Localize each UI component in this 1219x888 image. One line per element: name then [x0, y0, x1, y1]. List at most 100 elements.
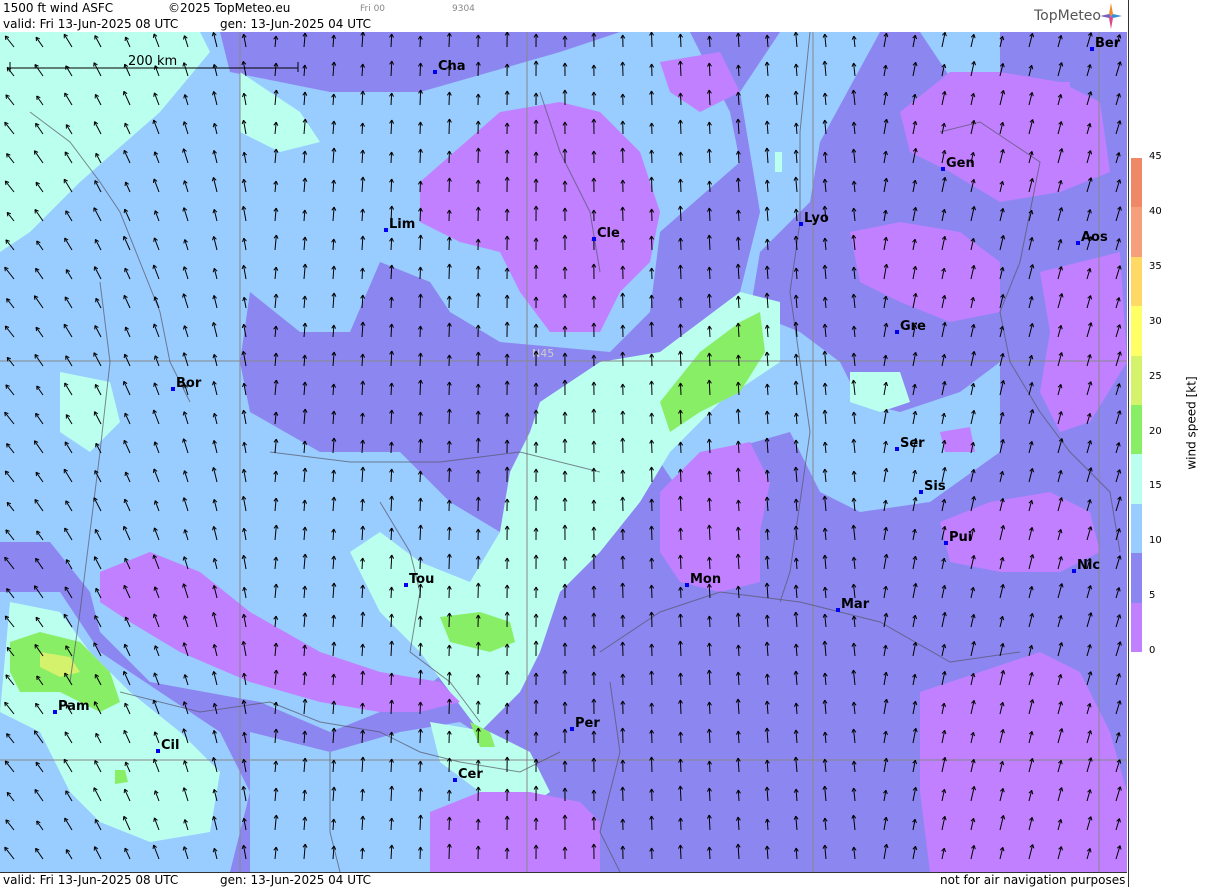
wind-arrow — [652, 671, 653, 685]
wind-arrow — [681, 152, 682, 163]
legend-tick-label: 20 — [1149, 426, 1162, 437]
wind-arrow — [709, 208, 710, 221]
city-label-lyo: Lyo — [804, 211, 829, 226]
wind-arrow-head — [154, 66, 155, 70]
wind-arrow — [449, 613, 450, 627]
wind-arrow — [680, 34, 681, 47]
wind-arrow — [420, 557, 421, 569]
wind-arrow — [652, 322, 653, 337]
colorbar-segment — [1131, 207, 1142, 256]
wind-arrow-head — [5, 702, 6, 706]
wind-arrow — [680, 469, 681, 482]
wind-arrow — [420, 294, 421, 308]
wind-arrow — [420, 847, 421, 859]
wind-arrow — [652, 91, 653, 105]
wind-arrow — [420, 353, 421, 366]
map-footer: valid: Fri 13-Jun-2025 08 UTC gen: 13-Ju… — [0, 872, 1127, 888]
wind-arrow — [709, 353, 710, 366]
city-marker-bor — [171, 387, 175, 391]
colorbar-segment — [1131, 158, 1142, 207]
wind-arrow — [681, 442, 682, 453]
wind-arrow — [449, 844, 450, 859]
wind-arrow-head — [5, 412, 6, 416]
wind-arrow — [652, 150, 653, 163]
city-marker-ser — [895, 447, 899, 451]
wind-arrow — [420, 815, 421, 830]
map-title: 1500 ft wind ASFC — [3, 1, 113, 15]
city-label-mar: Mar — [841, 597, 870, 612]
city-marker-cha — [433, 70, 437, 74]
wind-arrow — [420, 380, 421, 395]
wind-arrow — [420, 616, 421, 627]
wind-arrow-head — [153, 324, 154, 328]
wind-arrow-head — [5, 616, 6, 620]
wind-arrow-head — [7, 647, 8, 651]
colorbar-segment — [1131, 454, 1142, 503]
wind-arrow — [652, 32, 653, 47]
wind-arrow-head — [7, 212, 8, 216]
wind-arrow — [681, 297, 682, 308]
wind-arrow — [680, 555, 681, 569]
city-marker-mon — [685, 583, 689, 587]
city-marker-mar — [836, 608, 840, 612]
wind-arrow-head — [5, 326, 6, 330]
wind-arrow — [420, 267, 421, 279]
wind-arrow — [420, 788, 421, 801]
wind-arrow-head — [154, 356, 155, 360]
wind-map[interactable]: N45 200 km ChaBerLimCleLyoGenAosGreBorSe… — [0, 32, 1127, 872]
wind-arrow — [449, 554, 450, 569]
wind-arrow — [681, 528, 682, 540]
wind-arrow — [652, 612, 653, 627]
wind-arrow-head — [153, 845, 154, 849]
wind-arrow-head — [154, 528, 155, 532]
wind-arrow — [652, 381, 653, 395]
city-label-pui: Pui — [949, 530, 972, 545]
wind-arrow-head — [5, 761, 6, 765]
wind-arrow — [680, 641, 681, 656]
wind-arrow — [449, 817, 450, 830]
wind-arrow-head — [5, 122, 6, 126]
wind-arrow — [709, 788, 710, 801]
colorbar-segment — [1131, 405, 1142, 454]
city-label-mon: Mon — [690, 572, 721, 587]
wind-arrow-head — [153, 700, 154, 704]
wind-arrow — [652, 757, 653, 772]
city-marker-gen — [941, 167, 945, 171]
wind-arrow-head — [154, 587, 155, 591]
wind-arrow-head — [7, 734, 8, 738]
wind-arrow — [681, 238, 682, 250]
wind-arrow — [652, 816, 653, 830]
wind-arrow-head — [5, 36, 6, 40]
wind-arrow-head — [154, 501, 155, 505]
wind-arrow-head — [153, 265, 154, 269]
wind-arrow — [449, 382, 450, 395]
wind-arrow — [391, 469, 392, 482]
city-marker-gre — [895, 330, 899, 334]
gen-time: gen: 13-Jun-2025 04 UTC — [220, 17, 371, 31]
city-marker-nic — [1072, 569, 1076, 573]
city-marker-cil — [156, 749, 160, 753]
wind-arrow — [449, 323, 450, 337]
wind-arrow-head — [7, 792, 8, 796]
wind-arrow — [652, 585, 653, 598]
city-label-nic: Nic — [1077, 558, 1100, 573]
compass-logo-icon — [1100, 3, 1122, 29]
wind-arrow — [709, 498, 710, 511]
city-label-cle: Cle — [597, 226, 620, 241]
city-marker-pui — [944, 541, 948, 545]
wind-arrow — [420, 702, 421, 714]
city-marker-cer — [453, 778, 457, 782]
city-label-ser: Ser — [900, 436, 925, 451]
wind-arrow-head — [5, 557, 6, 561]
copyright: ©2025 TopMeteo.eu — [168, 1, 290, 15]
wind-arrow-head — [154, 673, 155, 677]
city-marker-ber — [1090, 47, 1094, 51]
wind-arrow — [420, 729, 421, 743]
wind-arrow — [449, 699, 450, 714]
wind-arrow-head — [154, 646, 155, 650]
wind-arrow — [420, 471, 421, 482]
wind-arrow-head — [154, 791, 155, 795]
wind-arrow — [680, 61, 681, 76]
wind-arrow — [449, 33, 450, 47]
wind-arrow-head — [154, 383, 155, 387]
